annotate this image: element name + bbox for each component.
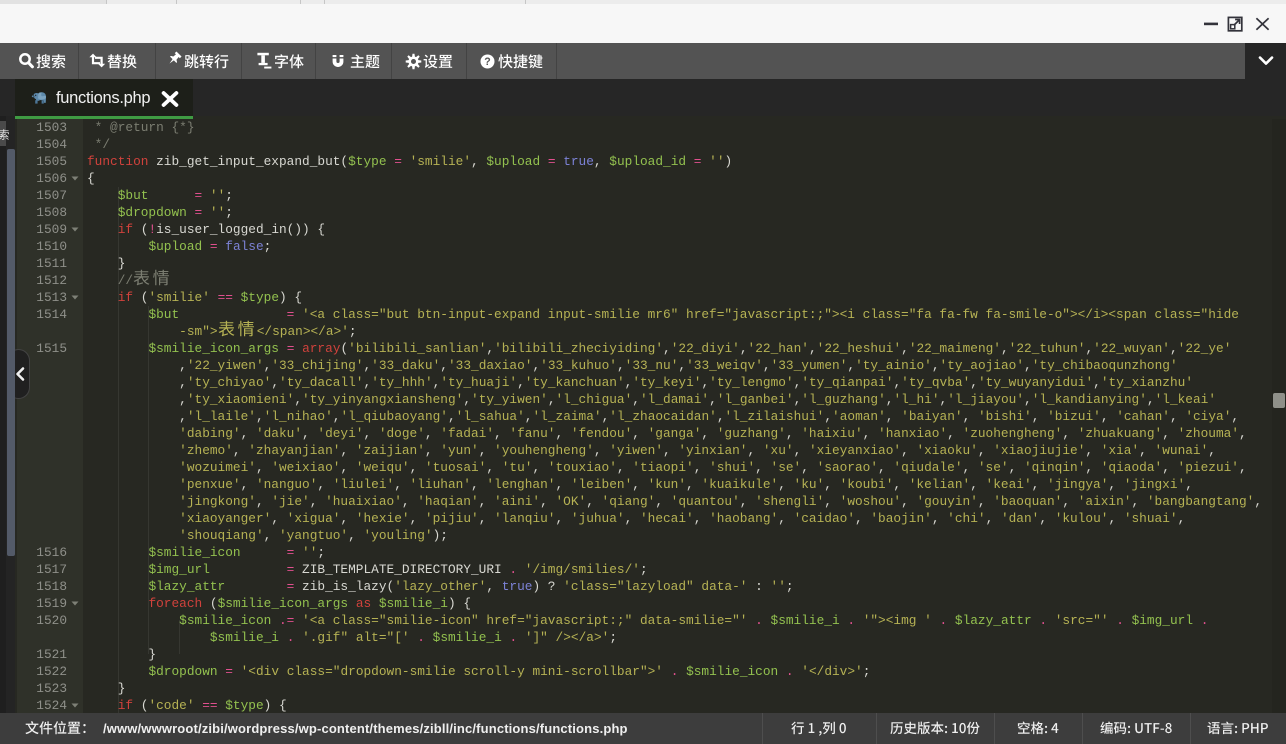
svg-text:?: ? xyxy=(484,56,490,68)
